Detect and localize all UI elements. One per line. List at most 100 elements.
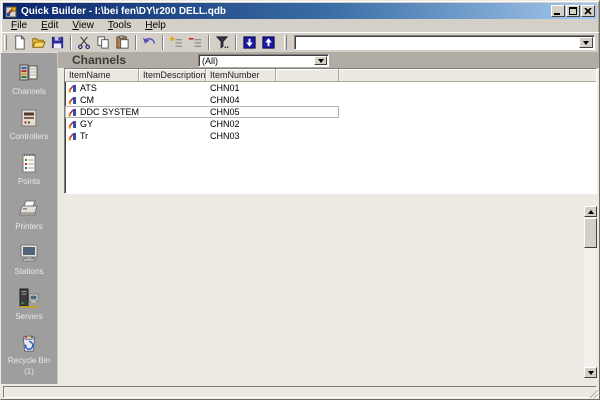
channel-item-icon [68,84,77,93]
vertical-scrollbar[interactable] [584,206,597,378]
new-button[interactable] [10,34,29,51]
column-header-itemname[interactable]: ItemName [65,69,139,81]
paste-icon [115,35,130,50]
row-name: DDC SYSTEM [80,106,139,118]
window-title: Quick Builder - I:\bei fen\DY\r200 DELL.… [21,6,551,17]
scrollbar-thumb[interactable] [584,218,597,248]
quick-builder-window: Quick Builder - I:\bei fen\DY\r200 DELL.… [0,0,600,400]
points-icon [17,151,41,175]
column-header-itemnumber[interactable]: ItemNumber [206,69,276,81]
close-button[interactable] [581,5,595,17]
sidebar-item-channels[interactable]: Channels [1,61,57,106]
toolbar [1,32,599,52]
channel-item-icon [68,120,77,129]
scroll-up-button[interactable] [584,206,597,217]
status-message [3,386,597,398]
sidebar-item-printers[interactable]: Printers [1,196,57,241]
sidebar-item-badge: (1) [24,367,34,376]
filter-combobox-dropdown-button[interactable] [314,56,327,65]
sidebar-item-servers[interactable]: Servers [1,286,57,331]
menu-view[interactable]: View [66,19,100,32]
channels-icon [17,61,41,85]
toolbar-separator [135,35,137,50]
row-description [139,106,206,118]
table-row[interactable]: GY CHN02 [65,118,596,130]
table-row[interactable]: DDC SYSTEM CHN05 [65,106,596,118]
row-number: CHN02 [206,118,276,130]
printers-icon [17,196,41,220]
chevron-down-icon [583,41,589,45]
sidebar-item-points[interactable]: Points [1,151,57,196]
row-extra [276,106,339,118]
column-header-blank[interactable] [276,69,339,81]
minimize-button[interactable] [551,5,565,17]
row-number: CHN04 [206,94,276,106]
sidebar-item-stations[interactable]: Stations [1,241,57,286]
row-extra [276,130,339,142]
row-extra [276,94,339,106]
main-header: Channels (All) [58,52,599,68]
save-icon [50,35,65,50]
column-header-filler [339,69,596,81]
row-number: CHN05 [206,106,276,118]
new-icon [12,35,27,50]
upload-button[interactable] [259,34,278,51]
row-extra [276,82,339,94]
copy-button[interactable] [94,34,113,51]
main-panel: Channels (All) ItemName ItemDescription … [58,52,599,384]
row-name: CM [80,94,94,106]
chevron-up-icon [588,210,594,214]
recycle-bin-icon [17,331,41,354]
toolbar-separator [70,35,72,50]
detail-pane [58,194,599,384]
filter-button[interactable] [213,34,232,51]
channel-item-icon [68,108,77,117]
filter-combobox[interactable]: (All) [198,54,329,67]
row-description [139,118,206,130]
table-row[interactable]: Tr CHN03 [65,130,596,142]
channels-list: ItemName ItemDescription ItemNumber ATS … [64,68,597,194]
upload-icon [261,35,276,50]
resize-grip[interactable] [587,387,599,399]
column-header-itemdescription[interactable]: ItemDescription [139,69,206,81]
menu-tools[interactable]: Tools [102,19,137,32]
sidebar-item-controllers[interactable]: Controllers [1,106,57,151]
scroll-down-button[interactable] [584,367,597,378]
cut-button[interactable] [75,34,94,51]
undo-button[interactable] [140,34,159,51]
toolbar-combobox-dropdown-button[interactable] [579,37,593,48]
paste-button[interactable] [113,34,132,51]
channel-item-icon [68,96,77,105]
menu-help[interactable]: Help [139,19,172,32]
row-name: Tr [80,130,88,142]
sidebar-item-label: Controllers [10,132,49,141]
row-description [139,130,206,142]
row-number: CHN03 [206,130,276,142]
remove-item-icon [188,35,203,50]
table-row[interactable]: CM CHN04 [65,94,596,106]
toolbar-separator [235,35,237,50]
menu-file[interactable]: File [5,19,33,32]
stations-icon [17,241,41,265]
sidebar-item-recycle-bin[interactable]: Recycle Bin (1) [1,331,57,376]
controllers-icon [17,106,41,130]
download-button[interactable] [240,34,259,51]
maximize-button[interactable] [566,5,580,17]
cut-icon [77,35,92,50]
toolbar-combobox[interactable] [294,35,595,50]
row-description [139,82,206,94]
open-button[interactable] [29,34,48,51]
sidebar: Channels Controllers [1,52,58,384]
remove-item-button[interactable] [186,34,205,51]
sidebar-item-label: Servers [15,312,43,321]
save-button[interactable] [48,34,67,51]
filter-icon [215,35,230,50]
add-item-button[interactable] [167,34,186,51]
sidebar-item-label: Points [18,177,40,186]
table-row[interactable]: ATS CHN01 [65,82,596,94]
row-description [139,94,206,106]
app-icon [5,5,18,18]
page-title: Channels [58,53,126,67]
toolbar-separator [208,35,210,50]
menu-edit[interactable]: Edit [35,19,64,32]
